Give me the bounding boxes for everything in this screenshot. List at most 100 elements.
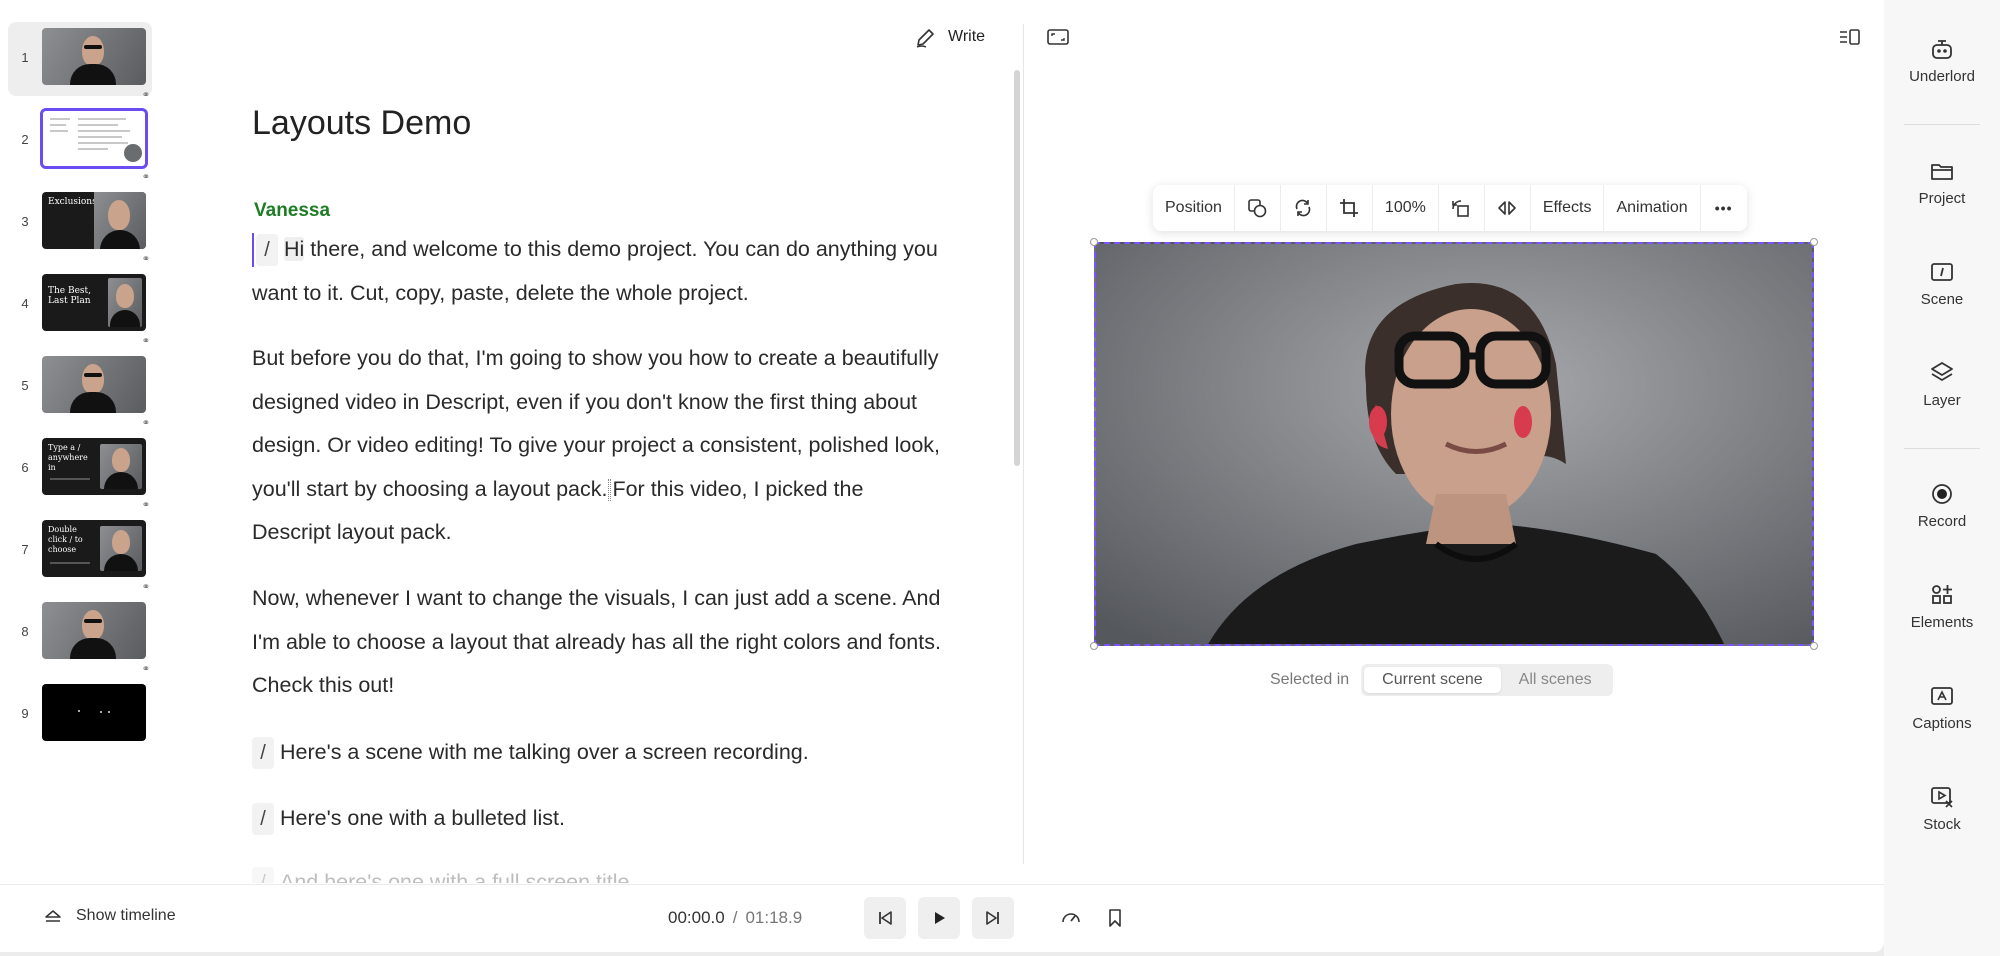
- show-timeline-label: Show timeline: [76, 907, 176, 924]
- more-options-button[interactable]: •••: [1701, 185, 1747, 231]
- scene-item-5[interactable]: 5 ⚭: [8, 350, 152, 429]
- pen-icon: [916, 29, 934, 48]
- scene-item-9[interactable]: 9: [8, 678, 152, 752]
- script-scrollbar[interactable]: [1014, 70, 1020, 466]
- scene-thumbnail[interactable]: [40, 108, 148, 169]
- thumbnail-title: Double click / to choose: [48, 525, 83, 554]
- transport-bar: Show timeline 00:00.0 / 01:18.9: [0, 884, 1884, 952]
- flip-button[interactable]: [1485, 185, 1531, 231]
- effects-button[interactable]: Effects: [1531, 185, 1605, 231]
- scene-thumbnail[interactable]: Exclusions: [42, 192, 146, 249]
- speaker-label[interactable]: Vanessa: [254, 200, 330, 222]
- replace-button[interactable]: [1281, 185, 1327, 231]
- resize-handle[interactable]: [1810, 642, 1818, 650]
- scene-number: 1: [21, 50, 29, 65]
- show-timeline-button[interactable]: Show timeline: [44, 907, 176, 925]
- resize-handle[interactable]: [1090, 238, 1098, 246]
- rotate-button[interactable]: [1439, 185, 1485, 231]
- layers-icon: [1931, 362, 1953, 381]
- flip-icon: [1498, 201, 1517, 215]
- bookmark-button[interactable]: [1098, 901, 1132, 935]
- sidebar-item-underlord[interactable]: Underlord: [1884, 36, 2000, 85]
- thumbnail-title: Type a / anywhere in: [48, 443, 88, 472]
- script-paragraph[interactable]: / Hi there, and welcome to this demo proj…: [252, 228, 942, 315]
- crop-button[interactable]: [1327, 185, 1373, 231]
- scene-item-8[interactable]: 8 ⚭: [8, 596, 152, 675]
- scene-marker[interactable]: /: [252, 803, 274, 836]
- shape-button[interactable]: [1235, 185, 1281, 231]
- sidebar-item-captions[interactable]: Captions: [1884, 683, 2000, 732]
- document-title[interactable]: Layouts Demo: [252, 104, 471, 143]
- scene-number: 2: [21, 132, 29, 147]
- right-sidebar: Underlord Project Scene Layer Record Ele…: [1884, 0, 2000, 956]
- script-paragraph[interactable]: / Here's a scene with me talking over a s…: [252, 731, 942, 775]
- sidebar-item-record[interactable]: Record: [1884, 481, 2000, 530]
- current-scene-option[interactable]: Current scene: [1364, 667, 1501, 693]
- skip-forward-icon: [986, 911, 999, 925]
- zoom-percent[interactable]: 100%: [1373, 185, 1439, 231]
- script-paragraph[interactable]: / And here's one with a full screen title: [252, 861, 942, 883]
- fit-canvas-button[interactable]: [1044, 24, 1072, 50]
- link-icon: ⚭: [141, 500, 151, 511]
- position-button[interactable]: Position: [1153, 185, 1235, 231]
- script-paragraph[interactable]: / Here's one with a bulleted list.: [252, 797, 942, 841]
- sidebar-label: Record: [1917, 513, 1967, 530]
- sidebar-label: Scene: [1920, 291, 1964, 308]
- scene-item-1[interactable]: 1 ⚭: [8, 22, 152, 101]
- pane-divider[interactable]: [1023, 24, 1024, 864]
- scope-toggle: Current scene All scenes: [1361, 664, 1613, 696]
- scene-item-4[interactable]: 4 The Best, Last Plan ⚭: [8, 268, 152, 347]
- sidebar-item-elements[interactable]: Elements: [1884, 582, 2000, 631]
- sidebar-label: Layer: [1923, 392, 1961, 409]
- scene-thumbnail[interactable]: Type a / anywhere in: [42, 438, 146, 495]
- scene-thumbnail[interactable]: The Best, Last Plan: [42, 274, 146, 331]
- scene-thumbnail[interactable]: [42, 602, 146, 659]
- paragraph-text: And here's one with a full screen title: [280, 870, 630, 883]
- skip-forward-button[interactable]: [972, 897, 1014, 939]
- scene-item-2[interactable]: 2 ⚭: [8, 104, 152, 183]
- scene-marker[interactable]: /: [252, 737, 274, 770]
- scene-item-6[interactable]: 6 Type a / anywhere in ⚭: [8, 432, 152, 511]
- resize-handle[interactable]: [1090, 642, 1098, 650]
- scene-number: 5: [21, 378, 29, 393]
- scene-number: 9: [21, 706, 29, 721]
- scene-number: 4: [21, 296, 29, 311]
- scene-number: 6: [21, 460, 29, 475]
- sidebar-label: Stock: [1923, 816, 1961, 833]
- folder-icon: [1931, 164, 1953, 180]
- play-icon: [935, 912, 945, 924]
- resize-handle[interactable]: [1810, 238, 1818, 246]
- link-icon: ⚭: [141, 664, 151, 675]
- script-paragraph[interactable]: Now, whenever I want to change the visua…: [252, 577, 942, 708]
- sidebar-item-stock[interactable]: Stock: [1884, 784, 2000, 833]
- scene-marker[interactable]: /: [252, 867, 274, 883]
- scene-thumbnail[interactable]: [42, 28, 146, 85]
- shapes-icon: [1248, 199, 1267, 218]
- highlighted-word[interactable]: Hi: [284, 237, 305, 261]
- animation-button[interactable]: Animation: [1604, 185, 1701, 231]
- playback-speed-button[interactable]: [1054, 901, 1088, 935]
- scene-item-3[interactable]: 3 Exclusions ⚭: [8, 186, 152, 265]
- play-button[interactable]: [918, 897, 960, 939]
- total-time: 01:18.9: [745, 908, 803, 927]
- write-mode-button[interactable]: Write: [914, 22, 985, 52]
- all-scenes-option[interactable]: All scenes: [1501, 667, 1610, 693]
- scene-item-7[interactable]: 7 Double click / to choose ⚭: [8, 514, 152, 593]
- video-preview[interactable]: [1094, 242, 1814, 646]
- sidebar-item-layer[interactable]: Layer: [1884, 360, 2000, 409]
- current-time: 00:00.0: [668, 908, 725, 927]
- link-icon: ⚭: [141, 90, 151, 101]
- paragraph-text: there, and welcome to this demo project.…: [252, 237, 938, 305]
- scene-thumbnail[interactable]: [42, 684, 146, 741]
- sidebar-item-project[interactable]: Project: [1884, 158, 2000, 207]
- scene-marker[interactable]: /: [256, 234, 278, 267]
- sidebar-item-scene[interactable]: Scene: [1884, 259, 2000, 308]
- scene-thumbnail[interactable]: [42, 356, 146, 413]
- swap-icon: [1296, 199, 1311, 217]
- scene-thumbnail[interactable]: Double click / to choose: [42, 520, 146, 577]
- script-paragraph[interactable]: But before you do that, I'm going to sho…: [252, 337, 942, 555]
- toggle-panel-button[interactable]: [1836, 24, 1864, 50]
- aspect-ratio-icon: [1047, 29, 1069, 45]
- time-separator: /: [732, 908, 738, 927]
- skip-back-button[interactable]: [864, 897, 906, 939]
